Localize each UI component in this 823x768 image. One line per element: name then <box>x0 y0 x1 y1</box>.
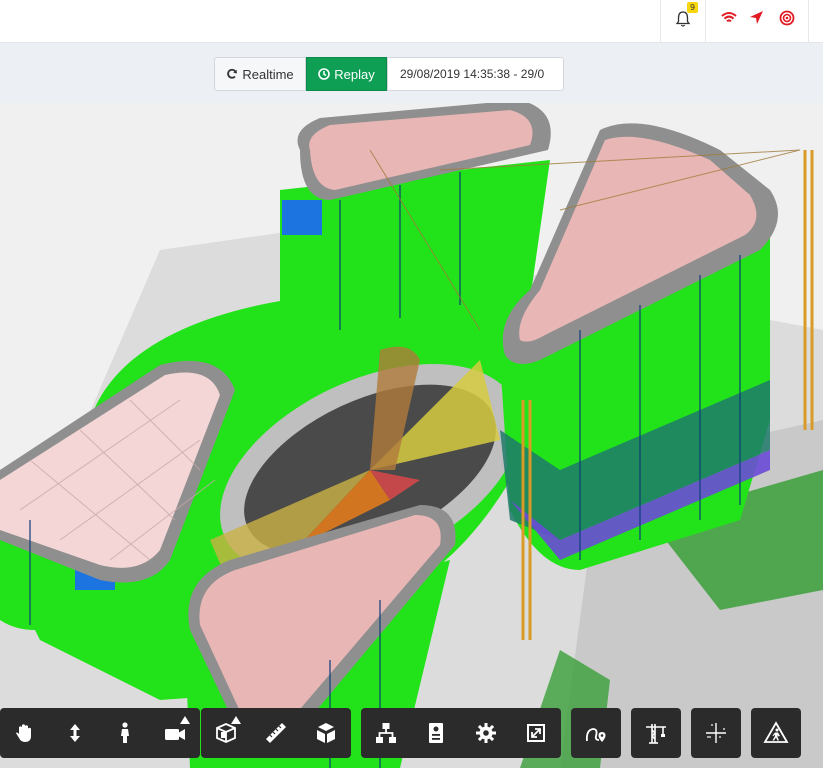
data-tools-toolbar <box>361 708 561 758</box>
header-divider <box>808 0 809 43</box>
realtime-label: Realtime <box>242 66 294 82</box>
explode-cube-icon <box>317 723 335 743</box>
pan-button[interactable] <box>0 708 50 758</box>
navigation-toolbar <box>0 708 200 758</box>
vertical-move-button[interactable] <box>50 708 100 758</box>
hierarchy-icon <box>376 723 396 743</box>
route-pin-icon <box>585 728 606 742</box>
hazard-toolbar <box>751 708 801 758</box>
wifi-icon <box>721 12 737 23</box>
section-box-button[interactable] <box>201 708 251 758</box>
navigation-arrow-icon <box>750 11 763 24</box>
fullscreen-button[interactable] <box>511 708 561 758</box>
properties-icon <box>429 723 443 743</box>
header-divider <box>705 0 706 43</box>
axis-button[interactable] <box>691 708 741 758</box>
camera-button[interactable] <box>150 708 200 758</box>
fullscreen-icon <box>527 724 545 742</box>
explode-button[interactable] <box>301 708 351 758</box>
top-header <box>0 0 823 43</box>
submenu-indicator <box>231 716 241 724</box>
replay-label: Replay <box>334 66 375 82</box>
axis-toolbar <box>691 708 741 758</box>
ruler-icon <box>266 723 286 743</box>
walk-button[interactable] <box>100 708 150 758</box>
vertical-move-icon <box>70 724 80 742</box>
crosshair-axis-icon <box>706 723 726 743</box>
target-icon <box>779 10 795 26</box>
refresh-icon <box>227 68 238 79</box>
walk-person-icon <box>121 722 129 743</box>
measure-button[interactable] <box>251 708 301 758</box>
replay-button[interactable]: Replay <box>306 57 387 91</box>
warning-person-icon <box>763 721 789 743</box>
date-range-field[interactable]: 29/08/2019 14:35:38 - 29/0 <box>387 57 564 91</box>
header-divider <box>660 0 661 43</box>
hazard-button[interactable] <box>751 708 801 758</box>
settings-button[interactable] <box>461 708 511 758</box>
clock-icon <box>318 68 331 80</box>
settings-gear-icon <box>476 723 496 743</box>
submenu-indicator <box>180 716 190 724</box>
route-button[interactable] <box>571 708 621 758</box>
crane-toolbar <box>631 708 681 758</box>
realtime-button[interactable]: Realtime <box>214 57 306 91</box>
route-toolbar <box>571 708 621 758</box>
date-range-text: 29/08/2019 14:35:38 - 29/0 <box>400 67 545 81</box>
building-model-render[interactable] <box>0 103 823 768</box>
bim-3d-viewport[interactable] <box>0 103 823 768</box>
properties-button[interactable] <box>411 708 461 758</box>
crane-button[interactable] <box>631 708 681 758</box>
model-tools-toolbar <box>201 708 351 758</box>
pan-hand-icon <box>16 724 31 742</box>
crane-icon <box>646 724 666 744</box>
notification-count-badge: 9 <box>687 2 698 13</box>
model-tree-button[interactable] <box>361 708 411 758</box>
